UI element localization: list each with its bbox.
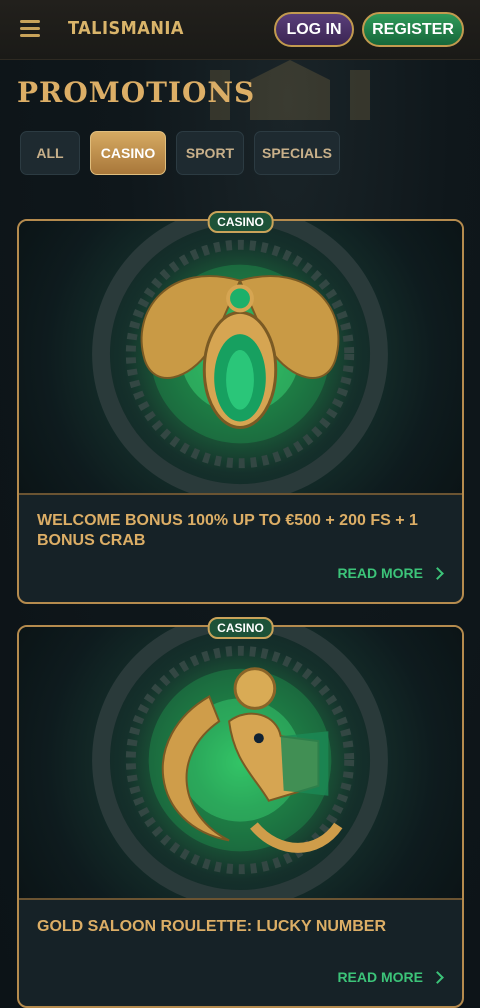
chevron-right-icon <box>431 566 444 580</box>
site-header: TALISMANIA LOG IN REGISTER <box>0 0 480 60</box>
login-button[interactable]: LOG IN <box>274 12 354 47</box>
tab-sport[interactable]: SPORT <box>176 131 244 175</box>
horus-falcon-emblem-image <box>19 627 462 900</box>
promotion-filter-tabs: ALL CASINO SPORT SPECIALS <box>20 131 340 175</box>
promotion-card[interactable]: CASINO GOLD SALOON ROULETTE: LUCKY NUMBE… <box>17 617 464 1008</box>
read-more-label: READ MORE <box>337 969 423 985</box>
tab-casino[interactable]: CASINO <box>90 131 166 175</box>
category-badge: CASINO <box>207 211 274 233</box>
promotion-title: GOLD SALOON ROULETTE: LUCKY NUMBER <box>37 918 387 935</box>
category-badge: CASINO <box>207 617 274 639</box>
promotion-title: WELCOME BONUS 100% UP TO €500 + 200 FS +… <box>37 512 418 549</box>
page-title: PROMOTIONS <box>17 76 256 109</box>
chevron-right-icon <box>431 970 444 984</box>
tab-all[interactable]: ALL <box>20 131 80 175</box>
register-button[interactable]: REGISTER <box>362 12 464 47</box>
read-more-label: READ MORE <box>337 565 423 581</box>
scarab-emblem-image <box>19 221 462 495</box>
hamburger-menu-icon[interactable] <box>20 20 40 38</box>
site-logo[interactable]: TALISMANIA <box>68 18 184 39</box>
tab-specials[interactable]: SPECIALS <box>254 131 340 175</box>
read-more-link[interactable]: READ MORE <box>337 969 444 985</box>
promotions-page: TALISMANIA LOG IN REGISTER PROMOTIONS AL… <box>0 0 480 1008</box>
read-more-link[interactable]: READ MORE <box>337 565 444 581</box>
promotion-card[interactable]: CASINO WELCOME BONUS 100% UP TO €500 + 2… <box>17 211 464 604</box>
